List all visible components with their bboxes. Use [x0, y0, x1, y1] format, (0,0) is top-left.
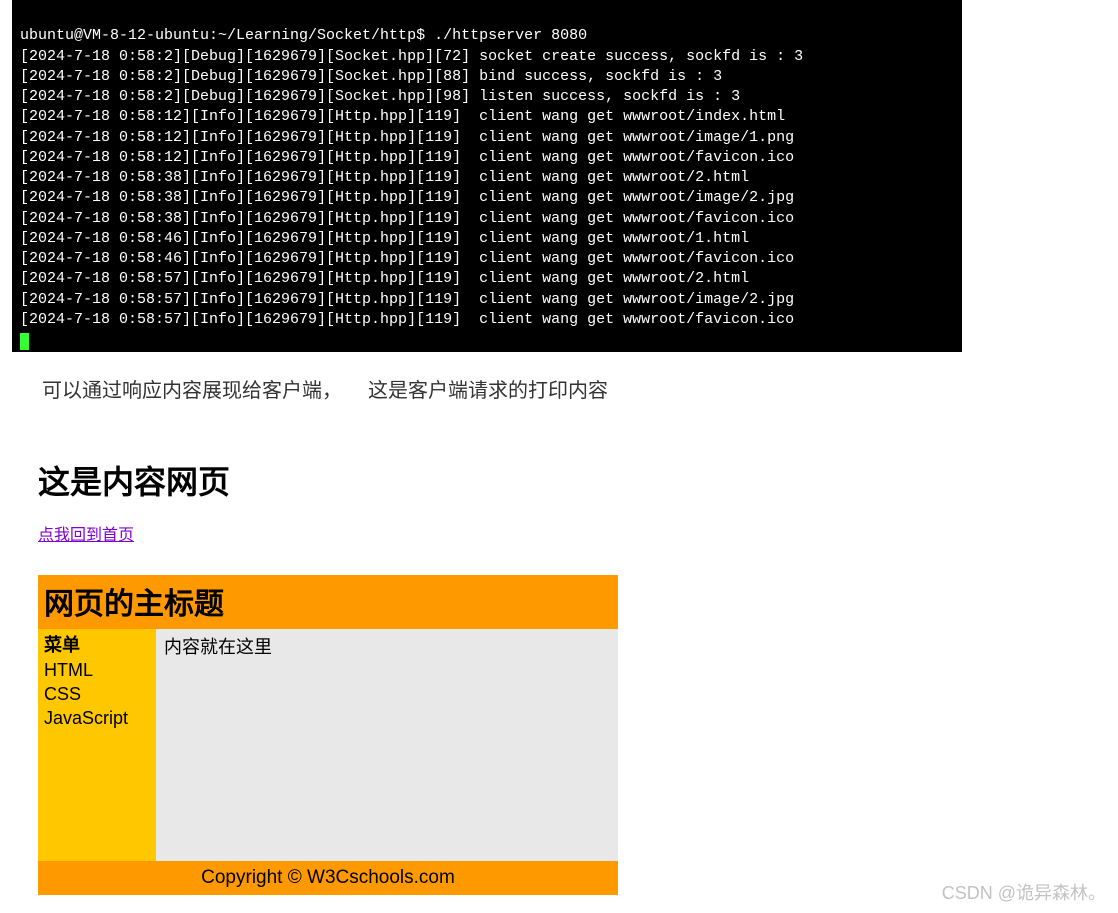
terminal-line: [2024-7-18 0:58:2][Debug][1629679][Socke… [20, 47, 954, 67]
demo-content-area: 内容就在这里 [156, 629, 618, 861]
terminal-line: [2024-7-18 0:58:38][Info][1629679][Http.… [20, 209, 954, 229]
terminal-line: [2024-7-18 0:58:2][Debug][1629679][Socke… [20, 87, 954, 107]
terminal-line: [2024-7-18 0:58:46][Info][1629679][Http.… [20, 229, 954, 249]
terminal-line: [2024-7-18 0:58:57][Info][1629679][Http.… [20, 310, 954, 330]
terminal-line: [2024-7-18 0:58:57][Info][1629679][Http.… [20, 269, 954, 289]
back-to-home-link[interactable]: 点我回到首页 [38, 527, 134, 544]
demo-footer: Copyright © W3Cschools.com [38, 861, 618, 895]
demo-content-text: 内容就在这里 [164, 637, 272, 657]
caption-part1: 可以通过响应内容展现给客户端， [42, 380, 342, 402]
terminal-prompt: ubuntu@VM-8-12-ubuntu:~/Learning/Socket/… [20, 26, 954, 46]
demo-menu-item[interactable]: JavaScript [44, 706, 150, 730]
demo-menu-title: 菜单 [44, 633, 150, 657]
terminal-cursor [20, 333, 29, 350]
terminal-line: [2024-7-18 0:58:46][Info][1629679][Http.… [20, 249, 954, 269]
terminal-line: [2024-7-18 0:58:38][Info][1629679][Http.… [20, 188, 954, 208]
terminal-line: [2024-7-18 0:58:12][Info][1629679][Http.… [20, 148, 954, 168]
terminal-output: ubuntu@VM-8-12-ubuntu:~/Learning/Socket/… [12, 0, 962, 352]
terminal-line: [2024-7-18 0:58:38][Info][1629679][Http.… [20, 168, 954, 188]
demo-menu-item[interactable]: CSS [44, 682, 150, 706]
terminal-line: [2024-7-18 0:58:12][Info][1629679][Http.… [20, 128, 954, 148]
demo-layout: 网页的主标题 菜单 HTML CSS JavaScript 内容就在这里 Cop… [38, 575, 618, 895]
caption-text: 可以通过响应内容展现给客户端， 这是客户端请求的打印内容 [42, 374, 1118, 403]
demo-main-title: 网页的主标题 [38, 575, 618, 629]
terminal-line: [2024-7-18 0:58:2][Debug][1629679][Socke… [20, 67, 954, 87]
terminal-line: [2024-7-18 0:58:57][Info][1629679][Http.… [20, 290, 954, 310]
demo-menu: 菜单 HTML CSS JavaScript [38, 629, 156, 861]
content-page-heading: 这是内容网页 [38, 457, 1118, 503]
caption-part2: 这是客户端请求的打印内容 [368, 380, 608, 402]
terminal-line: [2024-7-18 0:58:12][Info][1629679][Http.… [20, 107, 954, 127]
demo-menu-item[interactable]: HTML [44, 658, 150, 682]
